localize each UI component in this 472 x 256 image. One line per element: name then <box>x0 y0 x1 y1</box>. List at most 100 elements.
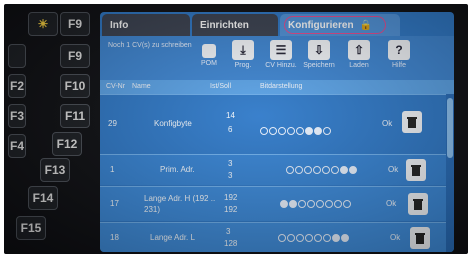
function-key-f2-left[interactable]: F2 <box>8 74 26 98</box>
bit-toggle[interactable] <box>296 127 304 135</box>
bit-toggle[interactable] <box>340 166 348 174</box>
bit-toggle[interactable] <box>307 200 315 208</box>
bit-toggle[interactable] <box>278 234 286 242</box>
trash-icon <box>407 117 417 128</box>
bit-toggle[interactable] <box>314 234 322 242</box>
scroll-thumb[interactable] <box>447 98 453 158</box>
fkey-label: F14 <box>32 191 54 205</box>
pom-checkbox[interactable] <box>202 44 216 58</box>
delete-button[interactable] <box>406 159 426 181</box>
bit-display[interactable] <box>286 166 357 174</box>
tab-einrichten[interactable]: Einrichten <box>192 14 278 36</box>
bit-toggle[interactable] <box>332 234 340 242</box>
save-button[interactable]: ⇩ Speichern <box>302 40 336 78</box>
table-row[interactable]: 1 Prim. Adr. 3 3 Ok <box>100 154 454 185</box>
header-name: Name <box>132 83 151 90</box>
tab-konfigurieren[interactable]: Konfigurieren 🔒 <box>280 14 400 36</box>
bit-display[interactable] <box>260 127 331 135</box>
bit-toggle[interactable] <box>286 166 294 174</box>
list-add-icon: ☰ <box>270 40 292 60</box>
function-key-f2[interactable] <box>8 44 26 68</box>
cv-number: 1 <box>110 165 115 174</box>
bit-toggle[interactable] <box>296 234 304 242</box>
save-label: Speichern <box>303 62 335 69</box>
fkey-label: F9 <box>67 17 82 31</box>
function-key-f10[interactable]: F10 <box>60 74 90 98</box>
bit-toggle[interactable] <box>305 234 313 242</box>
fkey-label: F15 <box>20 221 42 235</box>
prog-label: Prog. <box>234 62 252 69</box>
bit-toggle[interactable] <box>287 127 295 135</box>
load-button[interactable]: ⇧ Laden <box>342 40 376 78</box>
table-row[interactable]: 18 Lange Adr. L 3 128 Ok <box>100 222 454 252</box>
function-key-f15[interactable]: F15 <box>16 216 46 240</box>
cv-number: 17 <box>110 199 119 208</box>
bit-toggle[interactable] <box>287 234 295 242</box>
delete-button[interactable] <box>402 111 422 133</box>
bit-toggle[interactable] <box>349 166 357 174</box>
device-photo: ☀ F9 F9 F2 F10 F3 F11 F4 F12 F13 F14 F15… <box>4 4 468 254</box>
tab-label: Einrichten <box>200 19 249 31</box>
bit-toggle[interactable] <box>343 200 351 208</box>
help-label: Hilfe <box>391 62 406 69</box>
help-button[interactable]: ? Hilfe <box>382 40 416 78</box>
bit-toggle[interactable] <box>260 127 268 135</box>
function-key-f12[interactable]: F12 <box>52 132 82 156</box>
scrollbar[interactable] <box>446 94 454 252</box>
bit-toggle[interactable] <box>278 127 286 135</box>
bit-toggle[interactable] <box>314 127 322 135</box>
bit-toggle[interactable] <box>331 166 339 174</box>
bit-toggle[interactable] <box>304 166 312 174</box>
light-icon: ☀ <box>37 17 49 31</box>
function-key-f9[interactable]: F9 <box>60 12 90 36</box>
function-key-f9-row2[interactable]: F9 <box>60 44 90 68</box>
bit-toggle[interactable] <box>280 200 288 208</box>
table-header: CV-Nr Name Ist/Soll Bitdarstellung <box>100 80 454 94</box>
bit-display[interactable] <box>280 200 351 208</box>
table-row[interactable]: 17 Lange Adr. H (192 .. 231) 192 192 Ok <box>100 186 454 221</box>
prog-button[interactable]: ⤓ Prog. <box>226 40 260 78</box>
delete-button[interactable] <box>410 227 430 249</box>
pom-label: POM <box>201 60 217 67</box>
bit-toggle[interactable] <box>323 234 331 242</box>
light-key[interactable]: ☀ <box>28 12 58 36</box>
bit-toggle[interactable] <box>305 127 313 135</box>
table-row[interactable]: 29 Konfigbyte 14 6 Ok <box>100 94 454 153</box>
bit-toggle[interactable] <box>289 200 297 208</box>
cv-name: Prim. Adr. <box>160 165 195 174</box>
save-icon: ⇩ <box>308 40 330 60</box>
bit-toggle[interactable] <box>322 166 330 174</box>
fkey-label: F13 <box>44 163 66 177</box>
function-key-f4-left[interactable]: F4 <box>8 134 26 158</box>
bit-toggle[interactable] <box>341 234 349 242</box>
bit-toggle[interactable] <box>316 200 324 208</box>
bit-toggle[interactable] <box>298 200 306 208</box>
tab-info[interactable]: Info <box>102 14 190 36</box>
pending-writes-hint: Noch 1 CV(s) zu schreiben <box>108 42 192 49</box>
delete-button[interactable] <box>408 193 428 215</box>
cv-config-screen: Info Einrichten Konfigurieren 🔒 Noch 1 C… <box>100 12 454 252</box>
function-key-f11[interactable]: F11 <box>60 104 90 128</box>
cv-ist: 14 <box>226 111 235 120</box>
cv-add-button[interactable]: ☰ CV Hinzu. <box>264 40 298 78</box>
bit-toggle[interactable] <box>334 200 342 208</box>
bit-toggle[interactable] <box>269 127 277 135</box>
fkey-label: F3 <box>9 109 24 123</box>
bit-toggle[interactable] <box>323 127 331 135</box>
pom-button[interactable]: POM <box>192 40 226 78</box>
cv-soll: 3 <box>228 171 233 180</box>
bit-toggle[interactable] <box>295 166 303 174</box>
header-ist-soll: Ist/Soll <box>210 83 232 90</box>
function-key-f14[interactable]: F14 <box>28 186 58 210</box>
function-key-f3-left[interactable]: F3 <box>8 104 26 128</box>
bit-toggle[interactable] <box>325 200 333 208</box>
cv-add-label: CV Hinzu. <box>265 62 297 69</box>
cv-soll: 6 <box>228 125 233 134</box>
load-icon: ⇧ <box>348 40 370 60</box>
bit-display[interactable] <box>278 234 349 242</box>
help-icon: ? <box>388 40 410 60</box>
bit-toggle[interactable] <box>313 166 321 174</box>
function-key-f13[interactable]: F13 <box>40 158 70 182</box>
cv-ist: 192 <box>224 193 238 202</box>
fkey-label: F9 <box>67 49 82 63</box>
